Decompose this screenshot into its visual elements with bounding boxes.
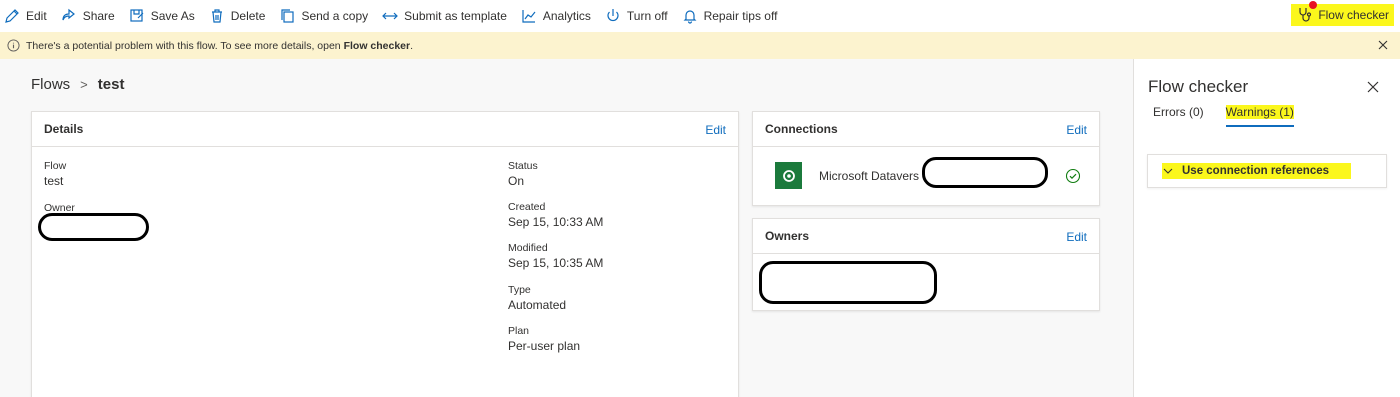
close-icon[interactable] — [1376, 38, 1390, 52]
bell-icon — [683, 10, 697, 24]
repair-tips-off-label: Repair tips off — [703, 9, 778, 23]
pencil-icon — [5, 9, 19, 23]
owners-card-header: Owners Edit — [753, 219, 1099, 254]
connections-card-title: Connections — [765, 122, 838, 136]
analytics-button[interactable]: Analytics — [514, 0, 598, 32]
copy-icon — [281, 9, 295, 23]
details-card-header: Details Edit — [32, 112, 738, 147]
plan-property: Plan Per-user plan — [508, 325, 580, 353]
flow-checker-label: Flow checker — [1318, 8, 1389, 22]
flow-key: Flow — [44, 160, 67, 172]
chart-icon — [522, 10, 536, 23]
save-as-label: Save As — [150, 9, 195, 23]
repair-tips-off-button[interactable]: Repair tips off — [675, 0, 785, 32]
stethoscope-icon — [1299, 8, 1312, 22]
modified-key: Modified — [508, 242, 548, 254]
status-key: Status — [508, 160, 538, 172]
type-property: Type Automated — [508, 284, 566, 312]
type-value: Automated — [508, 298, 567, 312]
connection-name: Microsoft Datavers — [819, 168, 920, 183]
delete-label: Delete — [230, 9, 266, 23]
turn-off-label: Turn off — [626, 9, 668, 23]
flow-checker-tabs: Errors (0) Warnings (1) — [1153, 105, 1316, 127]
share-button[interactable]: Share — [54, 0, 122, 32]
warning-message-bar: There's a potential problem with this fl… — [0, 32, 1400, 59]
created-property: Created Sep 15, 10:33 AM — [508, 201, 603, 229]
close-panel-icon[interactable] — [1366, 80, 1380, 94]
created-value: Sep 15, 10:33 AM — [508, 215, 604, 229]
details-card-title: Details — [44, 122, 84, 136]
plan-value: Per-user plan — [508, 339, 581, 353]
send-a-copy-label: Send a copy — [301, 9, 369, 23]
tab-warnings-label: Warnings (1) — [1225, 105, 1294, 119]
warning-message-text: There's a potential problem with this fl… — [26, 39, 344, 52]
arrows-icon — [382, 12, 399, 20]
plan-key: Plan — [508, 325, 530, 337]
connection-row: Microsoft Datavers — [775, 162, 919, 189]
type-key: Type — [508, 284, 531, 296]
flow-checker-title: Flow checker — [1148, 77, 1249, 96]
send-a-copy-button[interactable]: Send a copy — [272, 0, 375, 32]
analytics-label: Analytics — [542, 9, 591, 23]
warning-message: There's a potential problem with this fl… — [26, 40, 413, 52]
breadcrumb-flows[interactable]: Flows — [31, 76, 70, 93]
command-bar: Edit Share Save As Delete Send a copy Su… — [0, 0, 1400, 32]
edit-button[interactable]: Edit — [0, 0, 54, 32]
notification-dot — [1309, 1, 1318, 9]
tab-errors[interactable]: Errors (0) — [1153, 105, 1204, 127]
page-title: test — [97, 76, 125, 93]
details-card: Details Edit Flow test Owner Status On C… — [31, 111, 739, 397]
submit-as-template-button[interactable]: Submit as template — [375, 0, 514, 32]
share-label: Share — [82, 9, 115, 23]
warning-item[interactable]: Use connection references — [1147, 154, 1387, 188]
edit-label: Edit — [26, 9, 47, 23]
chevron-right-icon: > — [80, 77, 88, 92]
flow-value: test — [44, 174, 64, 188]
created-key: Created — [508, 201, 546, 213]
connections-edit-link[interactable]: Edit — [1066, 123, 1087, 137]
delete-button[interactable]: Delete — [202, 0, 273, 32]
submit-as-template-label: Submit as template — [404, 9, 507, 23]
tab-warnings[interactable]: Warnings (1) — [1225, 105, 1294, 127]
main-content: Flows > test Details Edit Flow test Owne… — [0, 59, 1133, 397]
warning-message-end: . — [410, 39, 414, 52]
modified-property: Modified Sep 15, 10:35 AM — [508, 242, 603, 270]
connections-card-header: Connections Edit — [753, 112, 1099, 147]
breadcrumb: Flows > test — [31, 76, 124, 93]
status-value: On — [508, 174, 525, 188]
details-edit-link[interactable]: Edit — [705, 123, 726, 137]
warning-item-header: Use connection references — [1162, 163, 1352, 179]
redacted-owner — [38, 213, 149, 241]
owners-edit-link[interactable]: Edit — [1066, 230, 1087, 244]
warning-message-link[interactable]: Flow checker — [344, 40, 411, 52]
save-as-button[interactable]: Save As — [122, 0, 202, 32]
check-circle-icon — [1065, 168, 1081, 184]
dataverse-icon — [775, 162, 802, 189]
owners-card-title: Owners — [765, 229, 810, 243]
redacted-owners — [759, 261, 937, 304]
status-property: Status On — [508, 160, 538, 188]
turn-off-button[interactable]: Turn off — [598, 0, 675, 32]
power-icon — [607, 9, 619, 22]
owners-card: Owners Edit — [752, 218, 1100, 311]
flow-checker-button[interactable]: Flow checker — [1291, 1, 1394, 26]
chevron-down-icon — [1163, 168, 1173, 174]
connections-card: Connections Edit Microsoft Datavers — [752, 111, 1100, 206]
trash-icon — [211, 9, 222, 23]
warning-item-label: Use connection references — [1182, 165, 1330, 177]
save-as-icon — [130, 9, 144, 22]
redacted-connection — [922, 157, 1048, 188]
share-icon — [62, 8, 75, 21]
flow-checker-panel: Flow checker Errors (0) Warnings (1) Use… — [1133, 59, 1400, 397]
info-icon — [7, 39, 20, 52]
modified-value: Sep 15, 10:35 AM — [508, 256, 604, 270]
flow-property: Flow test — [44, 160, 66, 188]
